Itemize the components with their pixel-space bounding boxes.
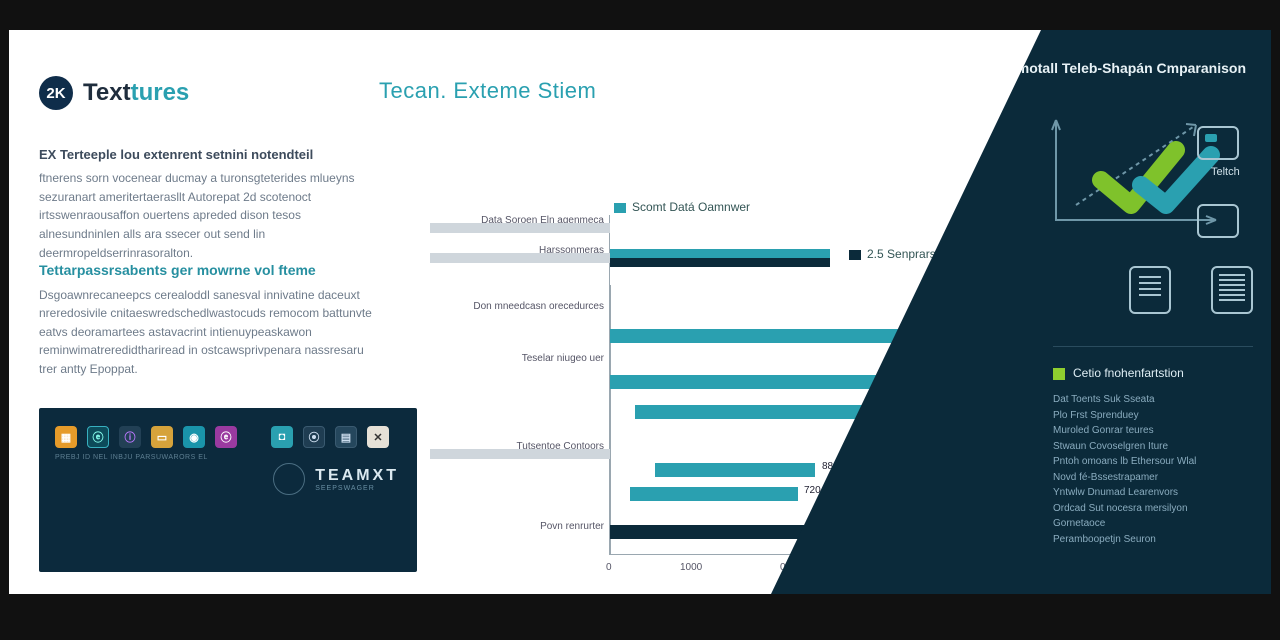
globe-icon — [273, 463, 305, 495]
brand-logo: 2K Texttures — [39, 76, 189, 110]
sponsor-mini-text: PREBJ ID NEL INBJU PARSUWARORS EL — [55, 454, 401, 461]
right-separator — [1053, 346, 1253, 347]
paragraph-1: EX Terteeple lou extenrent setnini noten… — [39, 145, 369, 262]
sponsor-card: ▦ ⓔ ⓘ ▭ ◉ ⓔ ◘ ⦿ ▤ ✕ PREBJ ID NEL INBJU P… — [39, 408, 417, 572]
sponsor-icon: ◘ — [271, 426, 293, 448]
right-list-item: Muroled Gonrar teures — [1053, 423, 1253, 439]
sponsor-icon: ✕ — [367, 426, 389, 448]
page-heading: Tecan. Exteme Stiem — [379, 78, 596, 104]
x-tick: 0 — [606, 562, 612, 573]
right-list-head-label: Cetio fnohenfartstion — [1073, 366, 1184, 380]
right-list-item: Peramboopetjn Seuron — [1053, 532, 1253, 548]
wallet-icon — [1197, 204, 1239, 238]
right-list-item: Pntoh omoans lb Ethersour Wlal — [1053, 454, 1253, 470]
right-icon-stack: Teltch — [1197, 126, 1253, 254]
paragraph-2: Tettarpassrsabents ger mowrne vol fteme … — [39, 260, 379, 379]
right-list-item: Ordcad Sut nocesra mersilyon — [1053, 501, 1253, 517]
right-list-item: Gornetaoce — [1053, 516, 1253, 532]
logo-badge: 2K — [39, 76, 73, 110]
right-list-item: Dat Toents Suk Sseata — [1053, 392, 1253, 408]
bar-teal — [630, 487, 798, 501]
sponsor-icon: ▤ — [335, 426, 357, 448]
y-category: Don mneedcasn orecedurces — [424, 301, 604, 312]
y-category: Teselar niugeo uer — [424, 353, 604, 364]
right-title: High-Demeteuer motall Teleb-Shapán Cmpar… — [886, 60, 1246, 76]
right-list-item: Plo Frst Sprenduey — [1053, 408, 1253, 424]
bar-bg — [430, 253, 610, 263]
sponsor-icon: ▦ — [55, 426, 77, 448]
list-icon — [1211, 266, 1253, 314]
right-list-item: Yntwlw Dnumad Learenvors — [1053, 485, 1253, 501]
paragraph-1-lead: EX Terteeple lou extenrent setnini noten… — [39, 145, 369, 165]
sponsor-icon: ⓔ — [87, 426, 109, 448]
teamx-sub: SEEPSWAGER — [315, 485, 399, 492]
card-icon-label: Teltch — [1211, 166, 1253, 178]
sponsor-icon: ▭ — [151, 426, 173, 448]
bar-teal — [655, 463, 815, 477]
inner-axis — [610, 285, 611, 555]
legend-label-1: Scomt Datá Oamnwer — [632, 200, 750, 214]
bar-bg — [430, 223, 610, 233]
paragraph-1-body: ftnerens sorn vocenear ducmay a turonsgt… — [39, 171, 355, 259]
paragraph-2-body: Dsgoawnrecaneepcs cerealoddl sanesval in… — [39, 288, 372, 376]
card-icon — [1197, 126, 1239, 160]
y-category: Povn renrurter — [424, 521, 604, 532]
paragraph-2-lead: Tettarpassrsabents ger mowrne vol fteme — [39, 260, 379, 282]
teamx-brand: TEAMXT SEEPSWAGER — [273, 463, 399, 495]
sponsor-icon: ⦿ — [303, 426, 325, 448]
bar-bg — [430, 449, 610, 459]
bar-teal — [610, 249, 830, 258]
logo-text-b: tures — [131, 79, 190, 106]
slide-panel: 2K Texttures Tecan. Exteme Stiem EX Tert… — [9, 30, 1271, 594]
sponsor-icon: ◉ — [183, 426, 205, 448]
right-list-item: Stwaun Covoselgren Iture — [1053, 439, 1253, 455]
legend-swatch-teal — [614, 203, 626, 213]
chart-legend-1: Scomt Datá Oamnwer — [614, 200, 750, 214]
sponsor-icon: ⓘ — [119, 426, 141, 448]
logo-text-a: Text — [83, 79, 131, 106]
document-icon — [1129, 266, 1171, 314]
sponsor-icon: ⓔ — [215, 426, 237, 448]
bar-teal — [635, 405, 875, 419]
sponsor-icon-row: ▦ ⓔ ⓘ ▭ ◉ ⓔ ◘ ⦿ ▤ ✕ — [55, 426, 401, 448]
green-swatch-icon — [1053, 368, 1065, 380]
logo-text: Texttures — [83, 79, 189, 107]
x-tick: 1000 — [680, 562, 702, 573]
right-list: Dat Toents Suk Sseata Plo Frst Sprenduey… — [1053, 392, 1253, 547]
right-list-item: Novd fé-Bssestrapamer — [1053, 470, 1253, 486]
bar-value: 720 — [804, 485, 821, 496]
teamx-name: TEAMXT — [315, 467, 399, 485]
right-list-head: Cetio fnohenfartstion — [1053, 366, 1253, 380]
